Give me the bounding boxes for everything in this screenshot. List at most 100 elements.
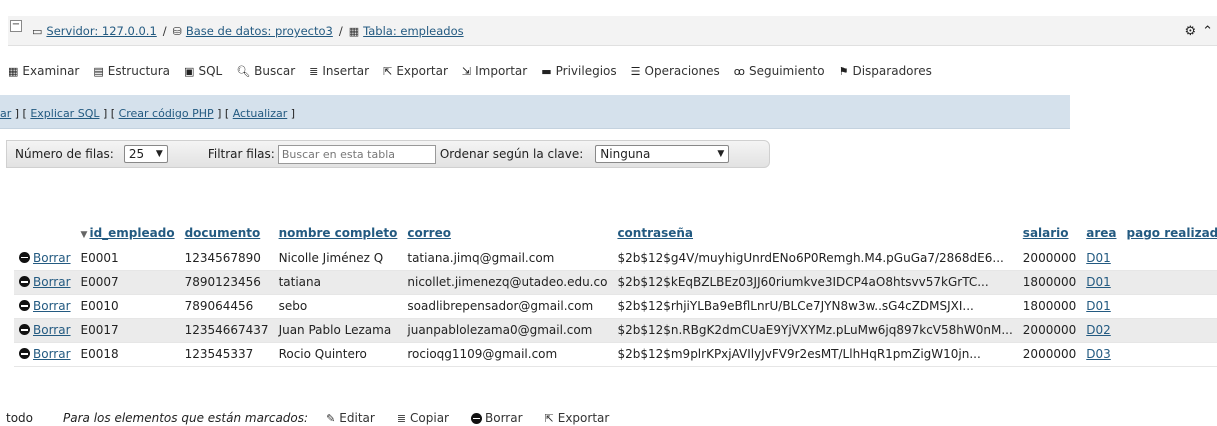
area-link[interactable]: D02 (1086, 323, 1111, 337)
cell-area[interactable]: D01 (1081, 270, 1122, 295)
column-header-contrasena[interactable]: contraseña (612, 220, 1017, 246)
cell-nombre[interactable]: sebo (273, 294, 403, 319)
tab-seguimiento[interactable]: ꝏ Seguimiento (734, 64, 825, 78)
area-link[interactable]: D03 (1086, 347, 1111, 361)
breadcrumb-server-link[interactable]: Servidor: 127.0.0.1 (46, 24, 156, 38)
cell-salario[interactable]: 1800000 (1017, 270, 1082, 295)
delete-row-link[interactable]: Borrar (33, 299, 71, 313)
cell-id[interactable]: E0001 (75, 246, 180, 271)
cell-salario[interactable]: 2000000 (1017, 342, 1082, 367)
column-header-nombre-completo[interactable]: nombre completo (274, 220, 403, 246)
column-header-salario[interactable]: salario (1018, 220, 1081, 246)
tab-buscar[interactable]: 🔍︎ Buscar (236, 64, 295, 78)
breadcrumb-table-link[interactable]: Tabla: empleados (363, 24, 463, 38)
delete-row-link[interactable]: Borrar (33, 251, 71, 265)
cell-documento[interactable]: 789064456 (179, 294, 274, 319)
select-all-link[interactable]: todo (6, 411, 33, 425)
column-header-link[interactable]: area (1086, 226, 1116, 240)
cell-contrasena[interactable]: $2b$12$kEqBZLBEz03JJ60riumkve3IDCP4aO8ht… (612, 270, 1018, 295)
cell-nombre[interactable]: Rocio Quintero (273, 342, 403, 367)
cell-contrasena[interactable]: $2b$12$m9plrKPxjAVIlyJvFV9r2esMT/LlhHqR1… (612, 342, 1018, 367)
breadcrumb-database-link[interactable]: Base de datos: proyecto3 (186, 24, 333, 38)
delete-row-link[interactable]: Borrar (33, 323, 71, 337)
cell-pago[interactable]: 1 (1121, 342, 1217, 367)
column-header-correo[interactable]: correo (402, 220, 612, 246)
cell-id[interactable]: E0017 (75, 318, 180, 343)
cell-correo[interactable]: nicollet.jimenezq@utadeo.edu.co (402, 270, 613, 295)
rows-select[interactable]: 25 ▼ (123, 145, 168, 163)
row-actions: Borrar (14, 246, 76, 271)
column-header-link[interactable]: documento (185, 226, 261, 240)
cell-area[interactable]: D03 (1081, 342, 1122, 367)
bulk-edit-button[interactable]: ✎ Editar (326, 411, 375, 425)
edit-inline-link[interactable]: ar (0, 107, 11, 120)
tab-exportar[interactable]: ⇱ Exportar (383, 64, 448, 78)
cell-id[interactable]: E0007 (75, 270, 180, 295)
cell-id[interactable]: E0018 (75, 342, 180, 367)
area-link[interactable]: D01 (1086, 251, 1111, 265)
cell-pago[interactable]: 1 (1121, 294, 1217, 319)
bulk-export-button[interactable]: ⇱ Exportar (545, 411, 610, 425)
row-actions: Borrar (14, 342, 76, 367)
column-header-documento[interactable]: documento (180, 220, 274, 246)
cell-correo[interactable]: juanpablolezama0@gmail.com (402, 318, 613, 343)
cell-salario[interactable]: 1800000 (1017, 294, 1082, 319)
tab-estructura[interactable]: ▤ Estructura (93, 64, 170, 78)
gear-icon[interactable]: ⚙ (1184, 24, 1196, 39)
column-header-link[interactable]: contraseña (617, 226, 693, 240)
cell-documento[interactable]: 1234567890 (179, 246, 274, 271)
column-header-id-empleado[interactable]: ▼ id_empleado (76, 220, 180, 246)
column-header-link[interactable]: pago realizado (1127, 226, 1217, 240)
cell-area[interactable]: D02 (1081, 318, 1122, 343)
cell-documento[interactable]: 12354667437 (179, 318, 274, 343)
delete-row-link[interactable]: Borrar (33, 275, 71, 289)
cell-pago[interactable]: 1 (1121, 270, 1217, 295)
cell-nombre[interactable]: tatiana (273, 270, 403, 295)
cell-area[interactable]: D01 (1081, 246, 1122, 271)
collapse-icon[interactable]: − (10, 20, 22, 32)
tab-privilegios[interactable]: ▬ Privilegios (541, 64, 616, 78)
column-header-area[interactable]: area (1081, 220, 1121, 246)
topbar-controls: ⚙ ⌃ (1178, 24, 1213, 39)
tab-importar[interactable]: ⇲ Importar (462, 64, 527, 78)
cell-correo[interactable]: rocioqg1109@gmail.com (402, 342, 613, 367)
cell-area[interactable]: D01 (1081, 294, 1122, 319)
cell-contrasena[interactable]: $2b$12$n.RBgK2dmCUaE9YjVXYMz.pLuMw6jq897… (612, 318, 1018, 343)
area-link[interactable]: D01 (1086, 299, 1111, 313)
bulk-delete-button[interactable]: Borrar (471, 411, 523, 425)
cell-salario[interactable]: 2000000 (1017, 246, 1082, 271)
explain-sql-link[interactable]: Explicar SQL (30, 107, 99, 120)
column-header-link[interactable]: nombre completo (279, 226, 398, 240)
refresh-link[interactable]: Actualizar (233, 107, 288, 120)
cell-nombre[interactable]: Juan Pablo Lezama (273, 318, 403, 343)
filter-rows-input[interactable]: Buscar en esta tabla (277, 144, 436, 164)
cell-salario[interactable]: 2000000 (1017, 318, 1082, 343)
create-php-link[interactable]: Crear código PHP (119, 107, 214, 120)
column-header-link[interactable]: salario (1023, 226, 1069, 240)
column-header-pago-realizado[interactable]: pago realizado (1122, 220, 1217, 246)
column-header-link[interactable]: correo (407, 226, 451, 240)
cell-correo[interactable]: tatiana.jimq@gmail.com (402, 246, 613, 271)
cell-nombre[interactable]: Nicolle Jiménez Q (273, 246, 403, 271)
rows-label: Número de filas: (15, 147, 114, 161)
tab-examinar[interactable]: ▦ Examinar (8, 64, 79, 78)
cell-contrasena[interactable]: $2b$12$rhjiYLBa9eBflLnrU/BLCe7JYN8w3w..s… (612, 294, 1018, 319)
tab-insertar[interactable]: ≣ Insertar (309, 64, 369, 78)
bulk-copy-button[interactable]: ≣ Copiar (397, 411, 449, 425)
delete-row-link[interactable]: Borrar (33, 347, 71, 361)
cell-pago[interactable]: 1 (1121, 246, 1217, 271)
cell-id[interactable]: E0010 (75, 294, 180, 319)
export-icon: ⇱ (544, 411, 554, 425)
cell-contrasena[interactable]: $2b$12$g4V/muyhigUnrdENo6P0Remgh.M4.pGuG… (612, 246, 1018, 271)
cell-correo[interactable]: soadlibrepensador@gmail.com (402, 294, 613, 319)
sort-key-select[interactable]: Ninguna ▼ (595, 145, 730, 163)
area-link[interactable]: D01 (1086, 275, 1111, 289)
tab-disparadores[interactable]: ⚑ Disparadores (839, 64, 932, 78)
cell-documento[interactable]: 123545337 (179, 342, 274, 367)
cell-pago[interactable]: 1 (1121, 318, 1217, 343)
cell-documento[interactable]: 7890123456 (179, 270, 274, 295)
tab-sql[interactable]: ▣ SQL (184, 64, 222, 78)
collapse-up-icon[interactable]: ⌃ (1202, 24, 1213, 39)
tab-operaciones[interactable]: ☰ Operaciones (631, 64, 720, 78)
column-header-link[interactable]: id_empleado (89, 226, 174, 240)
